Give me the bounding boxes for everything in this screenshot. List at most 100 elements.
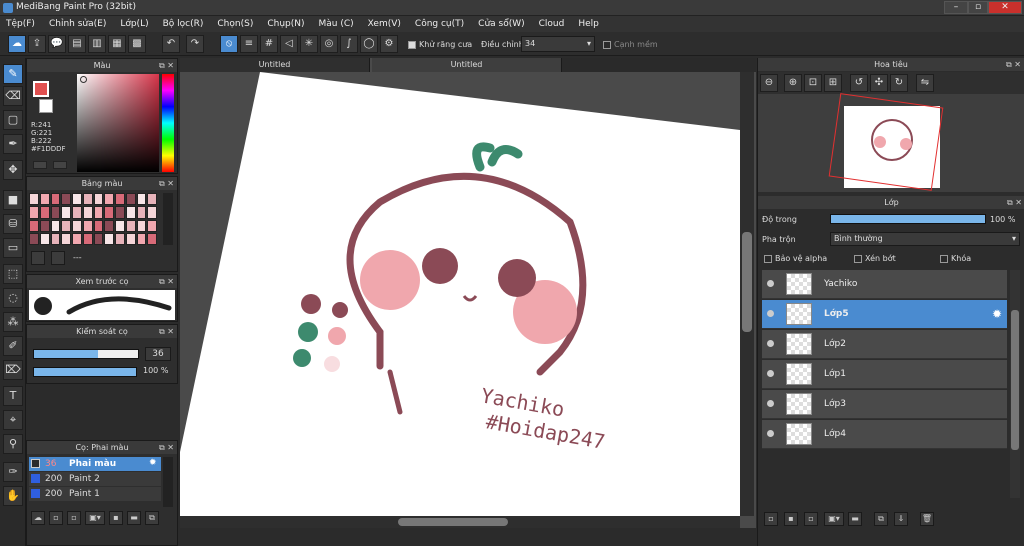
palette-swatch[interactable] <box>115 232 125 245</box>
palette-swatch[interactable] <box>147 206 157 219</box>
menu-window[interactable]: Cửa sổ(W) <box>478 19 524 29</box>
divide-tool-icon[interactable]: ⌖ <box>3 410 23 430</box>
menu-help[interactable]: Help <box>578 19 599 29</box>
folder-icon[interactable]: ▬ <box>127 511 141 525</box>
palette-swatch[interactable] <box>50 193 61 206</box>
palette-swatch[interactable] <box>93 219 104 232</box>
palette-swatch[interactable] <box>29 219 39 232</box>
palette-swatch[interactable] <box>61 206 71 219</box>
curve-snap-icon[interactable]: ∫ <box>340 35 358 53</box>
layer-scrollbar[interactable] <box>1010 270 1020 498</box>
text-tool-icon[interactable]: T <box>3 386 23 406</box>
brush-item[interactable]: 36 Phai màu ✹ <box>29 457 161 471</box>
menu-tools[interactable]: Công cụ(T) <box>415 19 464 29</box>
menu-view[interactable]: Xem(V) <box>368 19 401 29</box>
palette-swatch[interactable] <box>72 193 82 206</box>
eye-icon[interactable] <box>767 340 774 347</box>
palette-swatch[interactable] <box>115 193 125 206</box>
palette-swatch[interactable] <box>136 206 147 219</box>
eye-icon[interactable] <box>767 430 774 437</box>
cloud-icon[interactable]: ☁ <box>8 35 26 53</box>
soft-edge-checkbox[interactable] <box>603 40 611 49</box>
palette-swatch[interactable] <box>61 219 71 232</box>
rotate-right-icon[interactable]: ↻ <box>890 74 908 92</box>
select-eraser-icon[interactable]: ⌦ <box>3 360 23 380</box>
palette-swatch[interactable] <box>72 206 82 219</box>
lasso-tool-icon[interactable]: ◌ <box>3 288 23 308</box>
perspective-snap-icon[interactable]: ◁ <box>280 35 298 53</box>
close-icon[interactable]: ⧉ ✕ <box>159 441 174 454</box>
cloud-brush-icon[interactable]: ☁ <box>31 511 45 525</box>
layer-opacity-slider[interactable] <box>830 214 986 224</box>
palette-swatch[interactable] <box>50 219 61 232</box>
hand-tool-icon[interactable]: ✋ <box>3 486 23 506</box>
palette-swatch[interactable] <box>104 219 114 232</box>
clipping-checkbox[interactable] <box>854 254 862 263</box>
brush-item[interactable]: 200 Paint 1 <box>29 487 161 501</box>
menu-cloud[interactable]: Cloud <box>539 19 565 29</box>
duplicate-layer-icon[interactable]: ⧉ <box>874 512 888 526</box>
palette-swatch[interactable] <box>93 232 104 245</box>
close-icon[interactable]: ⧉ ✕ <box>1007 196 1022 209</box>
select-pen-icon[interactable]: ✐ <box>3 336 23 356</box>
palette-swatch[interactable] <box>147 232 157 245</box>
brush-size-slider[interactable] <box>33 349 139 359</box>
layer-row[interactable]: Lớp3 <box>762 390 1007 419</box>
minimize-button[interactable]: – <box>944 1 968 14</box>
palette-swatch[interactable] <box>147 219 157 232</box>
chat-icon[interactable]: 💬 <box>48 35 66 53</box>
palette-swatch[interactable] <box>125 232 136 245</box>
palette-swatch[interactable] <box>93 206 104 219</box>
brush-item[interactable]: 200 Paint 2 <box>29 472 161 486</box>
no-snap-icon[interactable]: ⦸ <box>220 35 238 53</box>
palette-swatch[interactable] <box>29 232 39 245</box>
tab-untitled-2[interactable]: Untitled <box>372 58 562 72</box>
palette-swatch[interactable] <box>82 219 93 232</box>
fit-icon[interactable]: ⊡ <box>804 74 822 92</box>
menu-select[interactable]: Chọn(S) <box>217 19 253 29</box>
adjust-dropdown[interactable]: 34 ▾ <box>521 36 595 52</box>
palette-swatch[interactable] <box>104 206 114 219</box>
eye-icon[interactable] <box>767 310 774 317</box>
parallel-snap-icon[interactable]: ≡ <box>240 35 258 53</box>
menu-edit[interactable]: Chỉnh sửa(E) <box>49 19 106 29</box>
delete-palette-icon[interactable] <box>51 251 65 265</box>
palette-swatch[interactable] <box>115 219 125 232</box>
drawing-canvas[interactable]: Yachiko #Hoidap247 <box>180 72 740 516</box>
export-icon[interactable]: ⇪ <box>28 35 46 53</box>
palette-scrollbar[interactable] <box>163 193 173 245</box>
brush-list-scrollbar[interactable] <box>163 457 173 507</box>
new-brush-icon[interactable]: ▫ <box>49 511 63 525</box>
palette-swatch[interactable] <box>50 232 61 245</box>
palette-swatch[interactable] <box>115 206 125 219</box>
protect-alpha-checkbox[interactable] <box>764 254 772 263</box>
maximize-button[interactable]: ▫ <box>968 1 988 14</box>
palette-swatch[interactable] <box>82 193 93 206</box>
eye-icon[interactable] <box>767 400 774 407</box>
rect-tool-icon[interactable]: ▢ <box>3 110 23 130</box>
menu-color[interactable]: Màu (C) <box>319 19 354 29</box>
select-rect-icon[interactable]: ⬚ <box>3 264 23 284</box>
foreground-swatch[interactable] <box>33 81 49 97</box>
menu-file[interactable]: Tệp(F) <box>6 19 35 29</box>
palette-swatch[interactable] <box>61 193 71 206</box>
background-swatch[interactable] <box>39 99 53 113</box>
menu-filter[interactable]: Bộ lọc(R) <box>163 19 204 29</box>
layer-row[interactable]: Lớp4 <box>762 420 1007 449</box>
palette-swatch[interactable] <box>125 193 136 206</box>
grid-snap-icon[interactable]: # <box>260 35 278 53</box>
settings-gear-icon[interactable]: ⚙ <box>380 35 398 53</box>
lock-checkbox[interactable] <box>940 254 948 263</box>
palette-swatch[interactable] <box>136 232 147 245</box>
zoom-out-icon[interactable]: ⊖ <box>760 74 778 92</box>
palette-swatch[interactable] <box>93 193 104 206</box>
undo-icon[interactable]: ↶ <box>162 35 180 53</box>
palette-swatch[interactable] <box>82 232 93 245</box>
palette-swatch[interactable] <box>147 193 157 206</box>
new-8bit-layer-icon[interactable]: ▫ <box>804 512 818 526</box>
menu-snap[interactable]: Chụp(N) <box>267 19 304 29</box>
duplicate-icon[interactable]: ⧉ <box>145 511 159 525</box>
pen-tool-icon[interactable]: ✒ <box>3 134 23 154</box>
zoom-in-icon[interactable]: ⊕ <box>784 74 802 92</box>
eye-icon[interactable] <box>767 280 774 287</box>
